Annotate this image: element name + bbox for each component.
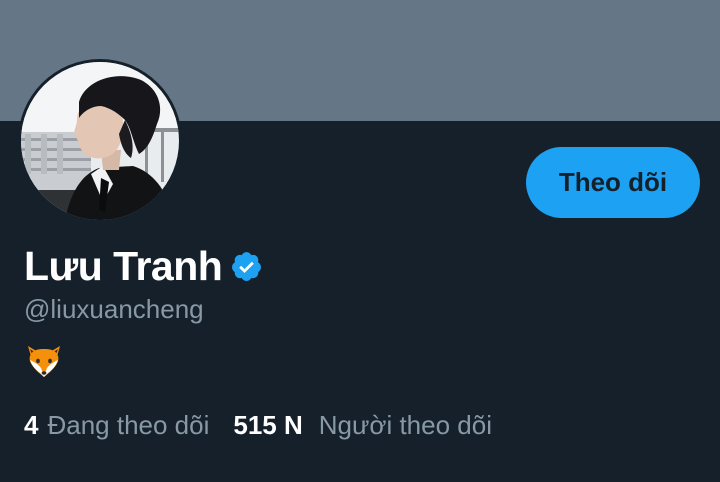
profile-photo <box>21 62 179 220</box>
followers-label: Người theo dõi <box>318 410 492 440</box>
profile-stats: 4 Đang theo dõi 515 N Người theo dõi <box>24 410 492 441</box>
following-link[interactable]: 4 Đang theo dõi <box>24 410 209 441</box>
follow-button[interactable]: Theo dõi <box>526 147 700 218</box>
followers-link[interactable]: 515 N Người theo dõi <box>233 410 492 441</box>
name-row: Lưu Tranh <box>24 240 263 292</box>
username-handle: @liuxuancheng <box>24 294 204 324</box>
avatar[interactable] <box>18 59 182 223</box>
followers-count: 515 N <box>233 410 303 440</box>
fox-emoji-icon <box>24 340 64 380</box>
verified-badge-icon <box>230 250 263 283</box>
following-label: Đang theo dõi <box>47 410 210 440</box>
following-count: 4 <box>24 410 39 440</box>
display-name: Lưu Tranh <box>24 242 223 289</box>
